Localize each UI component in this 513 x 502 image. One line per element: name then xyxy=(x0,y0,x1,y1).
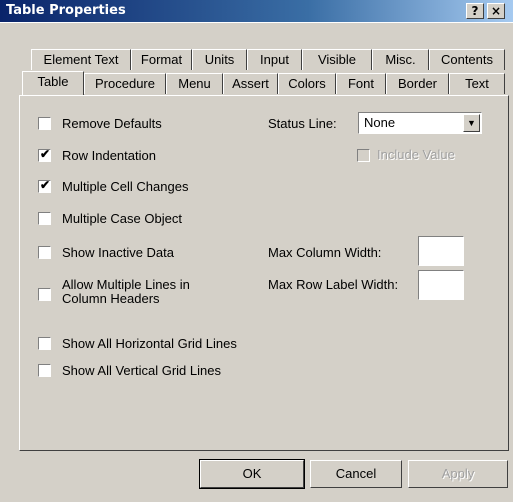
apply-button[interactable]: Apply xyxy=(408,460,508,488)
max-row-label-width-label: Max Row Label Width: xyxy=(268,277,399,292)
tab-contents[interactable]: Contents xyxy=(429,49,505,70)
status-line-dropdown[interactable]: None ▼ xyxy=(358,112,482,134)
tab-format[interactable]: Format xyxy=(131,49,192,70)
tab-colors[interactable]: Colors xyxy=(278,73,336,94)
allow-multiple-lines-checkbox[interactable] xyxy=(38,288,51,301)
tab-visible[interactable]: Visible xyxy=(302,49,372,70)
tab-misc[interactable]: Misc. xyxy=(372,49,429,70)
show-horizontal-grid-checkbox[interactable] xyxy=(38,337,51,350)
tab-input[interactable]: Input xyxy=(247,49,302,70)
show-vertical-grid-checkbox[interactable] xyxy=(38,364,51,377)
multiple-cell-changes-label: Multiple Cell Changes xyxy=(62,179,189,194)
max-row-label-width-input[interactable] xyxy=(418,270,464,300)
row-indentation-checkbox[interactable]: ✔ xyxy=(38,147,51,162)
show-inactive-data-label: Show Inactive Data xyxy=(62,245,175,260)
row-indentation-label: Row Indentation xyxy=(62,148,156,163)
multiple-case-object-label: Multiple Case Object xyxy=(62,211,182,226)
tab-procedure[interactable]: Procedure xyxy=(84,73,166,94)
tab-element-text[interactable]: Element Text xyxy=(31,49,131,70)
title-bar: Table Properties ? × xyxy=(0,0,513,23)
tab-menu[interactable]: Menu xyxy=(166,73,223,94)
include-value-checkbox[interactable] xyxy=(357,149,370,162)
tab-text[interactable]: Text xyxy=(449,73,505,94)
check-mark-icon: ✔ xyxy=(40,178,51,192)
multiple-cell-changes-checkbox[interactable]: ✔ xyxy=(38,178,51,193)
status-line-value: None xyxy=(364,115,396,130)
show-horizontal-grid-label: Show All Horizontal Grid Lines xyxy=(62,336,237,351)
tab-assert[interactable]: Assert xyxy=(223,73,278,94)
chevron-down-icon[interactable]: ▼ xyxy=(463,114,480,132)
tab-units[interactable]: Units xyxy=(192,49,247,70)
tab-font[interactable]: Font xyxy=(336,73,386,94)
max-column-width-label: Max Column Width: xyxy=(268,245,382,260)
window-title: Table Properties xyxy=(6,3,126,18)
cancel-button[interactable]: Cancel xyxy=(310,460,402,488)
multiple-case-object-checkbox[interactable] xyxy=(38,212,51,225)
ok-button[interactable]: OK xyxy=(199,459,305,489)
remove-defaults-label: Remove Defaults xyxy=(62,116,162,131)
remove-defaults-checkbox[interactable] xyxy=(38,117,51,130)
include-value-label: Include Value xyxy=(377,147,455,162)
max-column-width-input[interactable] xyxy=(418,236,464,266)
status-line-label: Status Line: xyxy=(268,116,337,131)
show-inactive-data-checkbox[interactable] xyxy=(38,246,51,259)
close-button[interactable]: × xyxy=(487,3,505,19)
tab-border[interactable]: Border xyxy=(386,73,449,94)
tab-table[interactable]: Table xyxy=(22,71,84,95)
allow-multiple-lines-label: Allow Multiple Lines in Column Headers xyxy=(62,277,190,306)
help-button[interactable]: ? xyxy=(466,3,484,19)
check-mark-icon: ✔ xyxy=(40,147,51,161)
show-vertical-grid-label: Show All Vertical Grid Lines xyxy=(62,363,221,378)
